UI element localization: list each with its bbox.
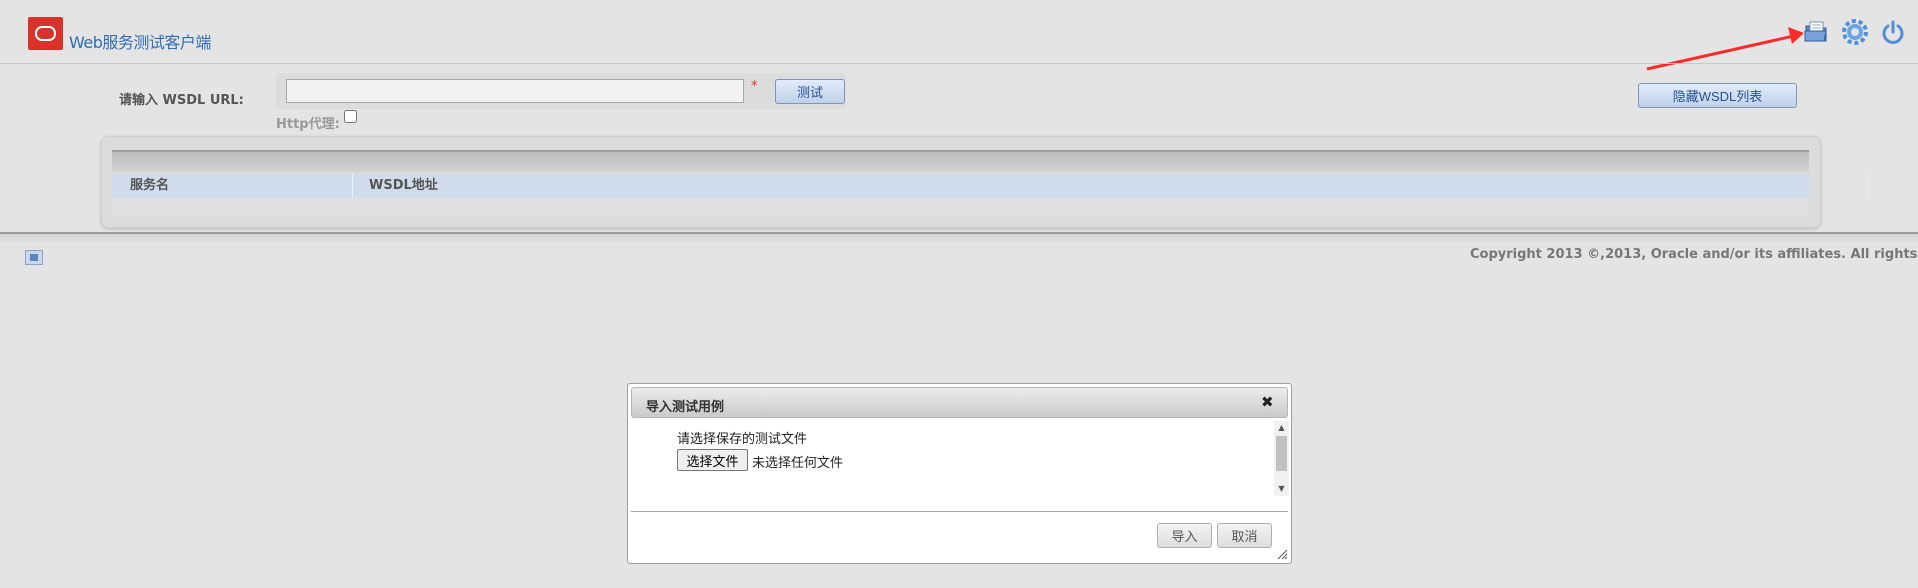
wsdl-url-input[interactable] (286, 79, 744, 103)
close-icon[interactable]: ✖ (1261, 393, 1274, 411)
dialog-scrollbar[interactable]: ▲ ▼ (1274, 421, 1289, 496)
gear-icon[interactable] (1842, 19, 1868, 45)
cancel-button[interactable]: 取消 (1217, 523, 1272, 548)
header-divider (0, 63, 1918, 64)
dialog-message: 请选择保存的测试文件 (677, 432, 808, 447)
file-status-text: 未选择任何文件 (752, 456, 844, 471)
app-title: Web服务测试客户端 (69, 33, 211, 52)
http-proxy-label: Http代理: (276, 117, 340, 132)
image-icon[interactable] (25, 250, 43, 265)
scroll-up-icon[interactable]: ▲ (1274, 421, 1289, 435)
import-testcase-dialog: 导入测试用例 ✖ 请选择保存的测试文件 选择文件 未选择任何文件 ▲ ▼ 导入 … (627, 383, 1292, 564)
import-button[interactable]: 导入 (1157, 523, 1212, 548)
resize-grip-icon[interactable] (1276, 548, 1288, 560)
scroll-down-icon[interactable]: ▼ (1274, 482, 1289, 496)
annotation-arrow (1646, 27, 1804, 71)
dialog-titlebar[interactable]: 导入测试用例 ✖ (631, 387, 1288, 418)
scroll-thumb[interactable] (1276, 436, 1287, 471)
test-button[interactable]: 测试 (775, 79, 845, 104)
service-table-toolbar (112, 150, 1809, 172)
hide-wsdl-list-button[interactable]: 隐藏WSDL列表 (1638, 83, 1797, 108)
copyright-text: Copyright 2013 ©,2013, Oracle and/or its… (1470, 247, 1918, 262)
column-header-service-name[interactable]: 服务名 (112, 174, 353, 198)
dialog-button-separator (631, 511, 1288, 512)
service-table-header: 服务名 WSDL地址 (112, 174, 1869, 198)
power-icon[interactable] (1880, 19, 1906, 45)
service-table-body (112, 198, 1809, 215)
dialog-title: 导入测试用例 (646, 400, 725, 415)
oracle-logo (28, 17, 63, 50)
column-header-wsdl-url[interactable]: WSDL地址 (353, 174, 1869, 198)
http-proxy-checkbox[interactable] (344, 110, 357, 123)
logo-ring-icon (35, 26, 56, 41)
content-divider-shadow (0, 234, 1918, 244)
required-mark: * (751, 79, 758, 94)
wsdl-url-label: 请输入 WSDL URL: (119, 93, 244, 108)
choose-file-button[interactable]: 选择文件 (677, 449, 748, 471)
